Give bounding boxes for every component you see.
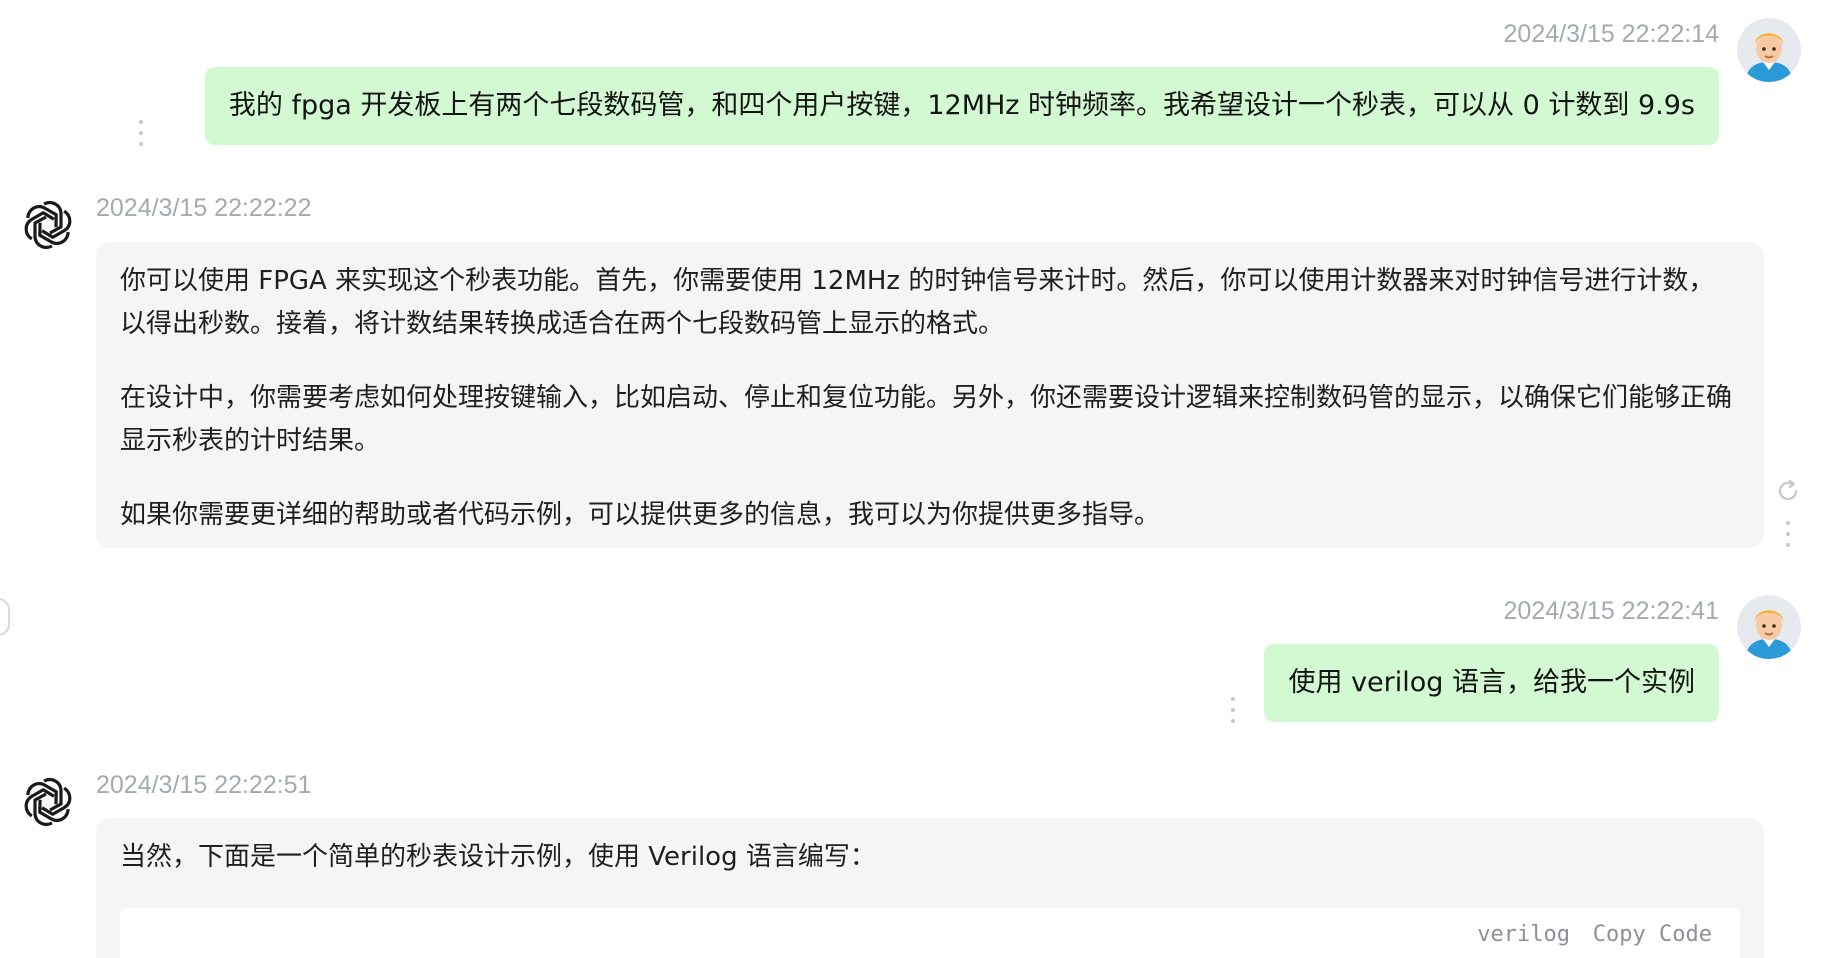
user-avatar-icon[interactable] <box>1737 18 1801 82</box>
code-language-label: verilog <box>1477 922 1570 947</box>
more-vertical-icon[interactable] <box>1783 521 1793 547</box>
code-block: verilog Copy Code <box>120 908 1740 958</box>
message-paragraph: 当然，下面是一个简单的秒表设计示例，使用 Verilog 语言编写： <box>120 842 876 872</box>
user-message-bubble: 我的 fpga 开发板上有两个七段数码管，和四个用户按键，12MHz 时钟频率。… <box>204 67 1719 145</box>
user-avatar-icon[interactable] <box>1737 595 1801 659</box>
assistant-message-bubble: 你可以使用 FPGA 来实现这个秒表功能。首先，你需要使用 12MHz 的时钟信… <box>96 242 1764 548</box>
message-paragraph: 在设计中，你需要考虑如何处理按键输入，比如启动、停止和复位功能。另外，你还需要设… <box>120 383 1733 456</box>
message-timestamp: 2024/3/15 22:22:22 <box>96 194 312 222</box>
openai-logo-icon <box>18 772 78 832</box>
refresh-icon[interactable] <box>1775 478 1801 504</box>
message-timestamp: 2024/3/15 22:22:14 <box>1503 20 1719 48</box>
copy-code-button[interactable]: Copy Code <box>1593 922 1712 947</box>
message-paragraph: 如果你需要更详细的帮助或者代码示例，可以提供更多的信息，我可以为你提供更多指导。 <box>120 500 1161 530</box>
message-paragraph: 你可以使用 FPGA 来实现这个秒表功能。首先，你需要使用 12MHz 的时钟信… <box>120 266 1715 339</box>
message-timestamp: 2024/3/15 22:22:41 <box>1503 597 1719 625</box>
openai-logo-icon <box>18 195 78 255</box>
more-vertical-icon[interactable] <box>1228 697 1238 723</box>
sidebar-toggle-handle[interactable] <box>0 598 10 636</box>
user-message-bubble: 使用 verilog 语言，给我一个实例 <box>1264 644 1719 722</box>
message-timestamp: 2024/3/15 22:22:51 <box>96 771 312 799</box>
more-vertical-icon[interactable] <box>136 120 146 146</box>
chat-page: 2024/3/15 22:22:14 我的 fpga 开发板上有两个七段数码管，… <box>0 0 1827 958</box>
